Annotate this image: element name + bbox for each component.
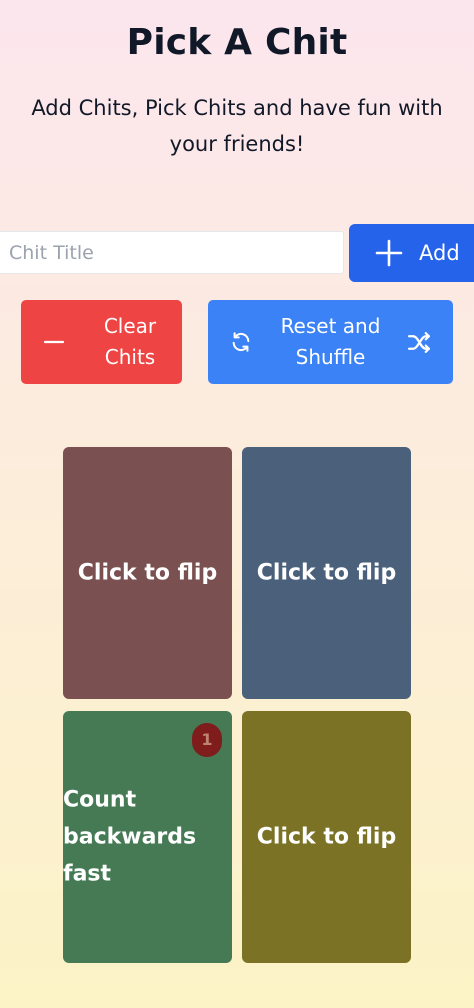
refresh-icon (232, 332, 250, 352)
reset-shuffle-button[interactable]: Reset and Shuffle (208, 300, 453, 384)
shuffle-icon (407, 331, 431, 354)
chit-card[interactable]: Click to flip (242, 447, 411, 699)
card-flip-label: Click to flip (256, 824, 397, 850)
chit-card[interactable]: Click to flip (63, 447, 232, 699)
clear-chits-label: Clear Chits (103, 314, 157, 369)
card-flip-label: Click to flip (256, 560, 397, 586)
minus-icon (44, 340, 64, 344)
reset-shuffle-label: Reset and Shuffle (280, 314, 381, 369)
add-button[interactable]: Add (349, 224, 474, 282)
add-button-label: Add (419, 241, 460, 265)
clear-chits-button[interactable]: Clear Chits (21, 300, 182, 384)
chit-text: Count backwards fast (63, 787, 197, 887)
page-title: Pick A Chit (126, 22, 348, 63)
chit-card-flipped[interactable]: 1 Count backwards fast (63, 711, 232, 963)
chit-card[interactable]: Click to flip (242, 711, 411, 963)
card-flip-label: Click to flip (77, 560, 218, 586)
pick-order-badge: 1 (192, 723, 222, 757)
chit-title-input[interactable] (0, 231, 344, 274)
page-subtitle: Add Chits, Pick Chits and have fun with … (31, 96, 443, 156)
plus-icon (375, 239, 403, 267)
